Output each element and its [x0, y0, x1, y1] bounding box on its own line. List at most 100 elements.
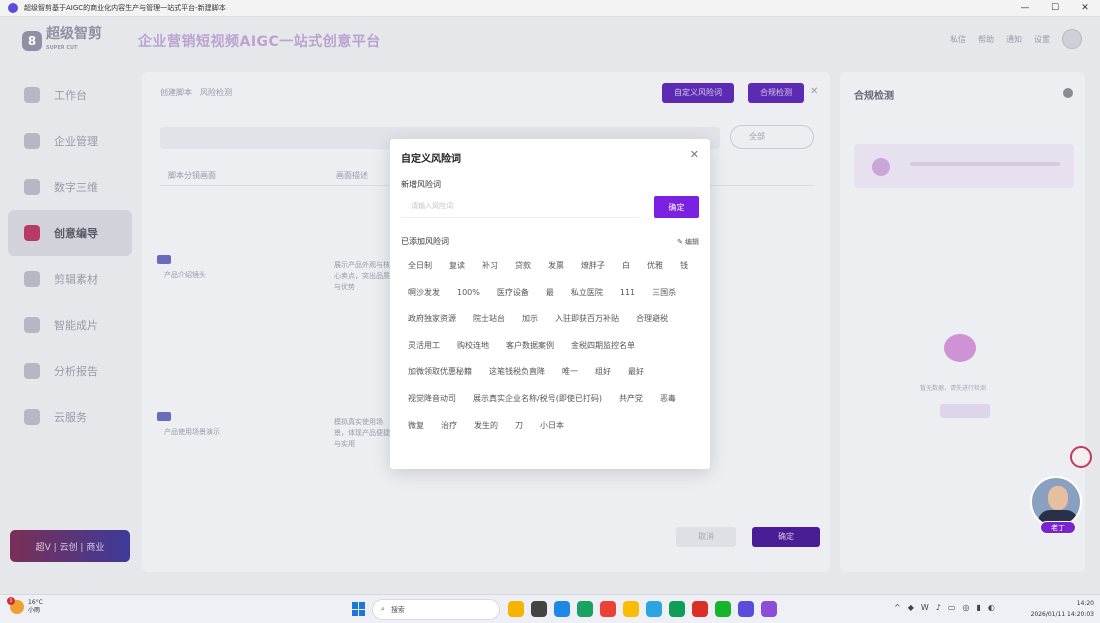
weather-widget[interactable]: 16°C 小雨	[7, 597, 43, 615]
risk-word-tag[interactable]: 最好	[621, 359, 651, 386]
risk-word-tag[interactable]: 展示真实企业名称/税号(即使已打码)	[466, 386, 609, 413]
custom-risk-words-button[interactable]: 自定义风险词	[662, 83, 734, 103]
risk-word-tag[interactable]: 啊沙发发	[401, 280, 447, 307]
risk-word-tag[interactable]: 合理避税	[629, 306, 675, 333]
sidebar-item-digital[interactable]: 数字三维	[8, 164, 132, 210]
risk-word-tag[interactable]: 最	[539, 280, 561, 307]
sidebar-item-cloud[interactable]: 云服务	[8, 394, 132, 440]
assistant-face	[1048, 486, 1068, 510]
risk-word-tag[interactable]: 私立医院	[564, 280, 610, 307]
risk-word-tag[interactable]: 全日制	[401, 253, 439, 280]
risk-word-tag[interactable]: 共产党	[612, 386, 650, 413]
reports-icon	[24, 363, 40, 379]
tray-display-icon[interactable]: ▭	[948, 603, 956, 612]
risk-word-tag[interactable]: 发票	[541, 253, 571, 280]
risk-word-tag[interactable]: 治疗	[434, 413, 464, 440]
taskbar-app-icon[interactable]	[531, 601, 547, 617]
risk-word-tag[interactable]: 政府独家资源	[401, 306, 463, 333]
tray-volume-icon[interactable]: ◐	[988, 603, 995, 612]
risk-word-tag[interactable]: 购校连地	[450, 333, 496, 360]
sidebar-item-smart-video[interactable]: 智能成片	[8, 302, 132, 348]
risk-word-tag[interactable]: 微复	[401, 413, 431, 440]
risk-word-tag[interactable]: 刀	[508, 413, 530, 440]
taskbar-app-icon[interactable]	[508, 601, 524, 617]
risk-word-tag[interactable]: 贷款	[508, 253, 538, 280]
sidebar-item-enterprise[interactable]: 企业管理	[8, 118, 132, 164]
taskbar-app-icon[interactable]	[623, 601, 639, 617]
confirm-add-button[interactable]: 确定	[654, 196, 699, 218]
risk-word-tag[interactable]: 111	[613, 280, 642, 307]
start-menu-icon[interactable]	[352, 602, 366, 616]
taskbar-app-icon[interactable]	[738, 601, 754, 617]
taskbar-app-icon[interactable]	[761, 601, 777, 617]
tray-mic-icon[interactable]: ♪	[936, 603, 941, 612]
taskbar-app-icon[interactable]	[692, 601, 708, 617]
maximize-button[interactable]: ☐	[1040, 0, 1070, 17]
risk-word-tag[interactable]: 白	[615, 253, 637, 280]
risk-word-tag[interactable]: 唯一	[555, 359, 585, 386]
taskbar-app-icon[interactable]	[577, 601, 593, 617]
risk-word-tag[interactable]: 医疗设备	[490, 280, 536, 307]
risk-word-tag[interactable]: 院士站台	[466, 306, 512, 333]
panel-cancel-button[interactable]: 取消	[676, 527, 736, 547]
risk-word-tag[interactable]: 视觉降音动司	[401, 386, 463, 413]
system-clock[interactable]: 14:20 2026/01/11 14:20:03	[1031, 598, 1094, 620]
tray-battery-icon[interactable]: ▮	[976, 603, 980, 612]
tray-app-icon[interactable]: ◆	[908, 603, 914, 612]
sidebar-item-reports[interactable]: 分析报告	[8, 348, 132, 394]
risk-word-tag[interactable]: 恶毒	[653, 386, 683, 413]
taskbar-search[interactable]: ⌕ 搜索	[372, 599, 500, 620]
risk-word-tag[interactable]: 100%	[450, 280, 487, 307]
sidebar-item-materials[interactable]: 剪辑素材	[8, 256, 132, 302]
risk-word-tag[interactable]: 加示	[515, 306, 545, 333]
sidebar-item-creative[interactable]: 创意编导	[8, 210, 132, 256]
weather-temp: 16°C	[28, 599, 43, 606]
close-window-button[interactable]: ✕	[1070, 0, 1100, 17]
tray-network-icon[interactable]: ◎	[962, 603, 969, 612]
header-settings-link[interactable]: 设置	[1034, 34, 1050, 45]
risk-word-tag[interactable]: 灵活用工	[401, 333, 447, 360]
risk-word-tag[interactable]: 客户数据案例	[499, 333, 561, 360]
risk-word-tag[interactable]: 优雅	[640, 253, 670, 280]
risk-word-tag[interactable]: 这笔钱税负直降	[482, 359, 552, 386]
header-message-link[interactable]: 私信	[950, 34, 966, 45]
start-check-button[interactable]	[940, 404, 990, 418]
chevron-up-icon[interactable]: ^	[894, 603, 901, 612]
custom-risk-words-dialog: 自定义风险词 ✕ 新增风险词 确定 已添加风险词 ✎ 编辑 全日制复读补习贷款发…	[390, 139, 710, 469]
risk-word-tag[interactable]: 组好	[588, 359, 618, 386]
sidebar-item-workbench[interactable]: 工作台	[8, 72, 132, 118]
taskbar-app-icon[interactable]	[715, 601, 731, 617]
promo-banner[interactable]: 超V | 云创 | 商业	[10, 530, 130, 562]
risk-word-tag[interactable]: 补习	[475, 253, 505, 280]
risk-word-tag[interactable]: 入驻即获百万补贴	[548, 306, 626, 333]
risk-word-tag[interactable]: 加微领取优惠秘籍	[401, 359, 479, 386]
risk-word-tag[interactable]: 三国杀	[645, 280, 683, 307]
risk-word-tag[interactable]: 复读	[442, 253, 472, 280]
edit-button[interactable]: ✎ 编辑	[677, 237, 699, 247]
risk-word-tag[interactable]: 小日本	[533, 413, 571, 440]
assistant-name-badge[interactable]: 老丁	[1040, 521, 1076, 534]
taskbar-app-icon[interactable]	[669, 601, 685, 617]
tray-wps-icon[interactable]: W	[921, 603, 929, 612]
filter-select[interactable]: 全部	[730, 125, 814, 149]
panel-confirm-button[interactable]: 确定	[752, 527, 820, 547]
col-header-shot: 脚本分镜画面	[168, 171, 216, 180]
risk-word-tag[interactable]: 钱	[673, 253, 695, 280]
close-icon[interactable]: ✕	[690, 149, 699, 160]
risk-word-tag[interactable]: 金税四期监控名单	[564, 333, 642, 360]
compliance-check-button[interactable]: 合规检测	[748, 83, 804, 103]
row1-desc: 展示产品外观与核心卖点，突出品质与优势	[334, 261, 390, 291]
panel-close-icon[interactable]: ✕	[810, 86, 818, 97]
taskbar-app-icon[interactable]	[600, 601, 616, 617]
risk-word-tag[interactable]: 发生的	[467, 413, 505, 440]
taskbar-app-icon[interactable]	[646, 601, 662, 617]
header-notify-link[interactable]: 通知	[1006, 34, 1022, 45]
info-icon[interactable]	[1063, 88, 1073, 98]
minimize-button[interactable]: —	[1010, 0, 1040, 17]
user-avatar[interactable]	[1062, 29, 1082, 49]
taskbar-app-icon[interactable]	[554, 601, 570, 617]
risk-word-tag[interactable]: 燎胖子	[574, 253, 612, 280]
header-help-link[interactable]: 帮助	[978, 34, 994, 45]
assistant-mini-avatar[interactable]	[1070, 446, 1092, 468]
risk-word-input[interactable]	[401, 196, 639, 218]
